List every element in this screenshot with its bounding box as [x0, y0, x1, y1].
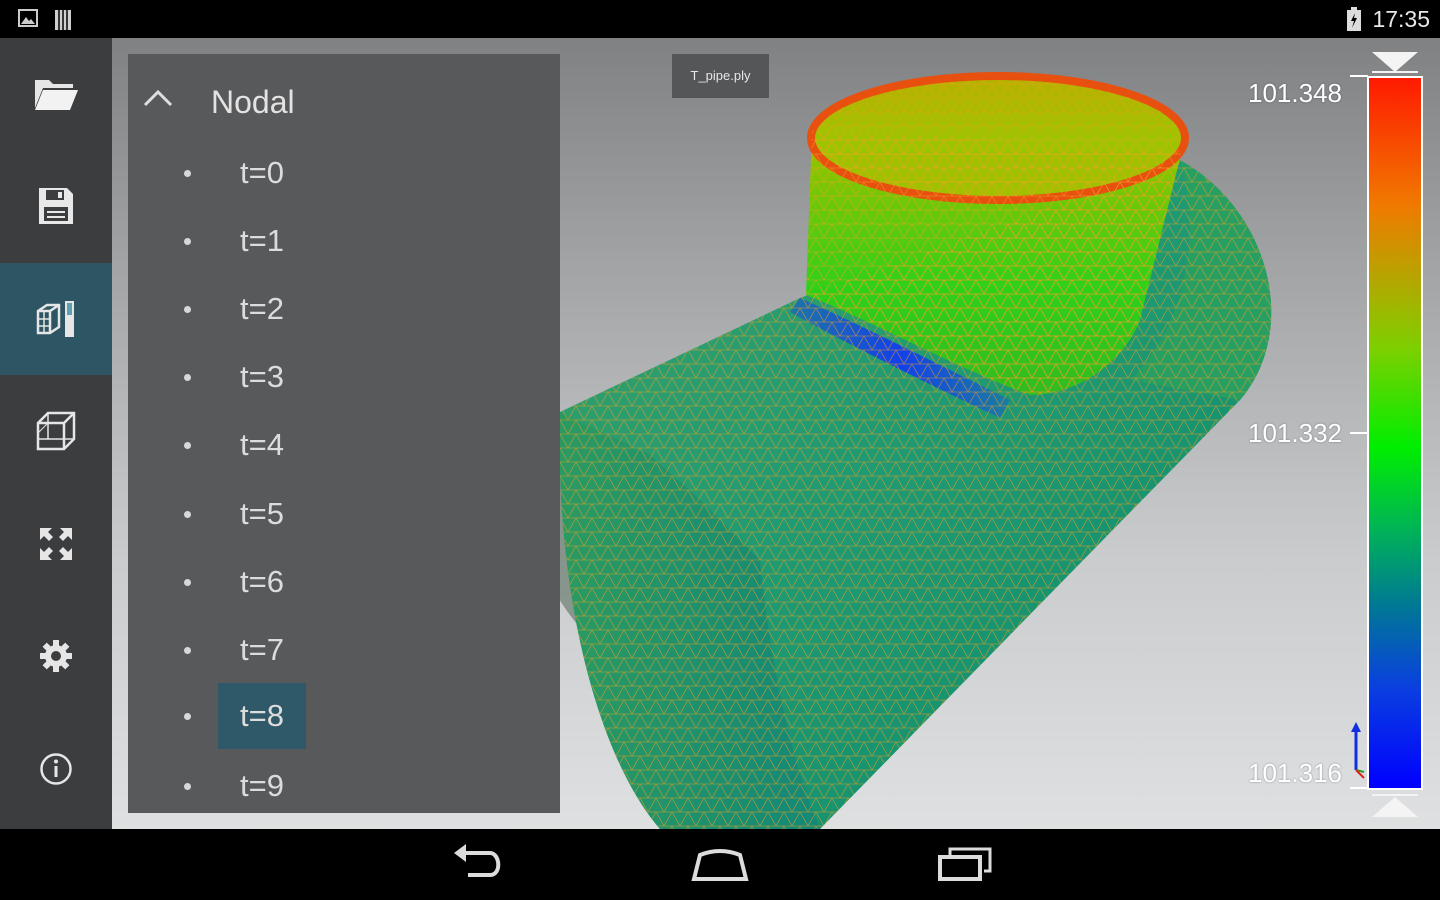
tree-item[interactable]: t=0 — [128, 140, 560, 206]
legend-max-handle-icon[interactable] — [1370, 50, 1420, 74]
sd-card-icon — [55, 10, 71, 30]
bullet-icon — [184, 713, 191, 720]
open-button[interactable] — [0, 38, 112, 150]
color-scale-bar — [1367, 76, 1423, 790]
back-icon[interactable] — [450, 843, 506, 883]
info-icon — [40, 753, 72, 785]
bullet-icon — [184, 579, 191, 586]
tree-item-label: t=4 — [240, 427, 284, 462]
tree-item-label: t=5 — [240, 496, 284, 531]
tree-item[interactable]: t=6 — [128, 549, 560, 615]
battery-icon — [1347, 7, 1361, 31]
tree-item[interactable]: t=2 — [128, 276, 560, 342]
bullet-icon — [184, 442, 191, 449]
tree-item[interactable]: t=1 — [128, 208, 560, 274]
bullet-icon — [184, 374, 191, 381]
fit-view-icon — [40, 528, 72, 560]
wireframe-button[interactable] — [0, 375, 112, 487]
legend-mid-value: 101.332 — [1248, 418, 1342, 448]
tree-item-label: t=7 — [240, 632, 284, 667]
save-button[interactable] — [0, 150, 112, 262]
tree-item-label: t=1 — [240, 223, 284, 258]
image-notification-icon — [18, 9, 38, 27]
tree-item-label: t=3 — [240, 359, 284, 394]
settings-icon — [40, 640, 72, 672]
navigation-bar — [0, 829, 1440, 900]
tree-item-label: t=0 — [240, 155, 284, 190]
bullet-icon — [184, 783, 191, 790]
home-icon[interactable] — [690, 843, 750, 883]
save-icon — [39, 188, 73, 224]
tree-group-header[interactable]: Nodal — [128, 54, 560, 154]
bullet-icon — [184, 511, 191, 518]
wireframe-cube-icon — [36, 411, 76, 451]
legend-min-value: 101.316 — [1248, 758, 1342, 788]
legend-min-handle-icon[interactable] — [1370, 793, 1420, 819]
legend-max-value: 101.348 — [1248, 78, 1342, 108]
color-legend-button[interactable] — [0, 263, 112, 375]
tree-item-label: t=6 — [240, 564, 284, 599]
side-toolbar — [0, 38, 112, 829]
settings-button[interactable] — [0, 600, 112, 712]
tree-item-label: t=9 — [240, 768, 284, 803]
chevron-up-icon — [143, 89, 173, 107]
info-button[interactable] — [0, 713, 112, 825]
tree-item-label: t=2 — [240, 291, 284, 326]
fit-view-button[interactable] — [0, 488, 112, 600]
bullet-icon — [184, 170, 191, 177]
clock: 17:35 — [1372, 6, 1430, 32]
tree-item[interactable]: t=4 — [128, 412, 560, 478]
tree-item[interactable]: t=9 — [128, 753, 560, 819]
bullet-icon — [184, 647, 191, 654]
tree-item[interactable]: t=7 — [128, 617, 560, 683]
tree-item[interactable]: t=5 — [128, 481, 560, 547]
bullet-icon — [184, 306, 191, 313]
tree-item[interactable]: t=3 — [128, 344, 560, 410]
tree-item-selected[interactable]: t=8 — [128, 683, 560, 749]
result-tree-panel: Nodal t=0 t=1 t=2 t=3 t=4 t=5 t=6 t=7 t=… — [128, 54, 560, 813]
open-folder-icon — [35, 80, 78, 110]
recent-apps-icon[interactable] — [936, 843, 996, 883]
tree-group-title: Nodal — [211, 84, 295, 120]
color-legend-icon — [36, 301, 74, 337]
file-name-label: T_pipe.ply — [672, 54, 769, 98]
tree-item-label: t=8 — [218, 683, 306, 749]
bullet-icon — [184, 238, 191, 245]
status-bar: 17:35 — [0, 0, 1440, 38]
